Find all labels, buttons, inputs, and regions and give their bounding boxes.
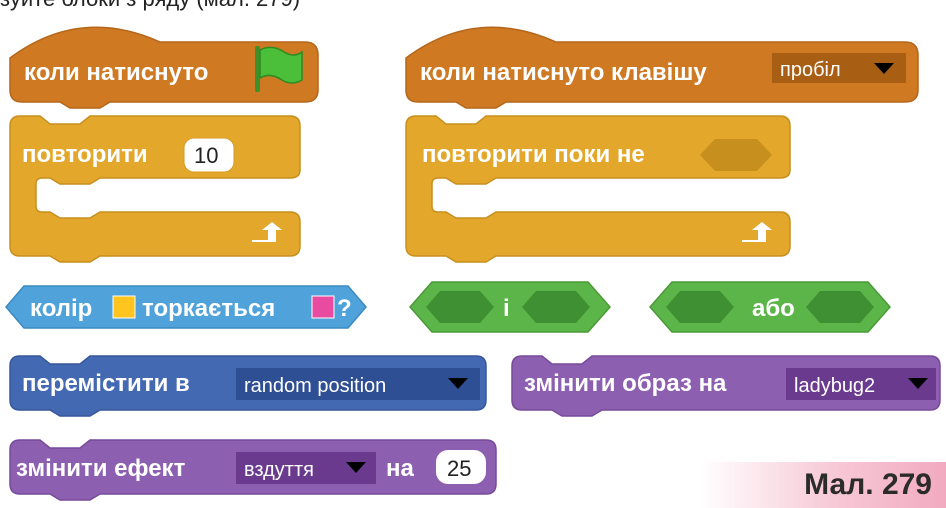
switch-costume-block[interactable]: змінити образ на ladybug2	[511, 355, 941, 417]
go-to-block[interactable]: перемістити в random position	[9, 355, 487, 417]
go-to-label: перемістити в	[22, 370, 190, 397]
change-effect-label: змінити ефект	[16, 455, 186, 482]
repeat-until-block[interactable]: повторити поки не	[405, 115, 791, 263]
when-key-pressed-block[interactable]: коли натиснуто клавішу пробіл	[405, 26, 919, 109]
when-flag-clicked-block[interactable]: коли натиснуто	[9, 26, 319, 109]
change-effect-by-label: на	[386, 455, 414, 482]
color-swatch-pink[interactable]	[311, 295, 335, 319]
go-to-target-dropdown[interactable]: random position	[236, 368, 480, 400]
color-touching-color-block[interactable]: колір торкається ?	[5, 285, 367, 329]
or-label: або	[752, 295, 795, 322]
when-key-label: коли натиснуто клавішу	[420, 59, 707, 86]
key-dropdown-value: пробіл	[780, 59, 841, 81]
touching-label: торкається	[142, 295, 275, 322]
change-effect-block[interactable]: змінити ефект вздуття на 25	[9, 439, 497, 501]
costume-dropdown[interactable]: ladybug2	[786, 368, 936, 400]
repeat-block[interactable]: повторити 10	[9, 115, 301, 263]
question-mark: ?	[337, 295, 352, 322]
go-to-target-value: random position	[244, 375, 386, 397]
switch-costume-label: змінити образ на	[524, 370, 727, 397]
effect-dropdown[interactable]: вздуття	[236, 452, 376, 484]
boolean-slot[interactable]	[666, 291, 734, 323]
repeat-count-input[interactable]: 10	[183, 137, 235, 173]
repeat-label: повторити	[22, 141, 148, 168]
boolean-slot[interactable]	[522, 291, 590, 323]
and-label: і	[503, 295, 510, 322]
boolean-slot[interactable]	[806, 291, 874, 323]
costume-value: ladybug2	[794, 375, 875, 397]
effect-amount-input[interactable]: 25	[436, 450, 486, 484]
effect-value: вздуття	[244, 459, 314, 481]
figure-caption: Мал. 279	[804, 468, 932, 501]
boolean-slot[interactable]	[700, 139, 772, 171]
key-dropdown[interactable]: пробіл	[772, 53, 906, 83]
when-flag-label: коли натиснуто	[24, 59, 208, 86]
boolean-slot[interactable]	[426, 291, 494, 323]
repeat-until-label: повторити поки не	[422, 141, 645, 168]
color-label: колір	[30, 295, 92, 322]
and-operator-block[interactable]: і	[409, 281, 611, 333]
scripts-canvas: коли натиснуто коли натиснуто клавішу пр…	[5, 26, 941, 501]
or-operator-block[interactable]: або	[649, 281, 891, 333]
color-swatch-yellow[interactable]	[112, 295, 136, 319]
effect-amount-value: 25	[447, 456, 471, 481]
repeat-count-value: 10	[194, 143, 218, 168]
